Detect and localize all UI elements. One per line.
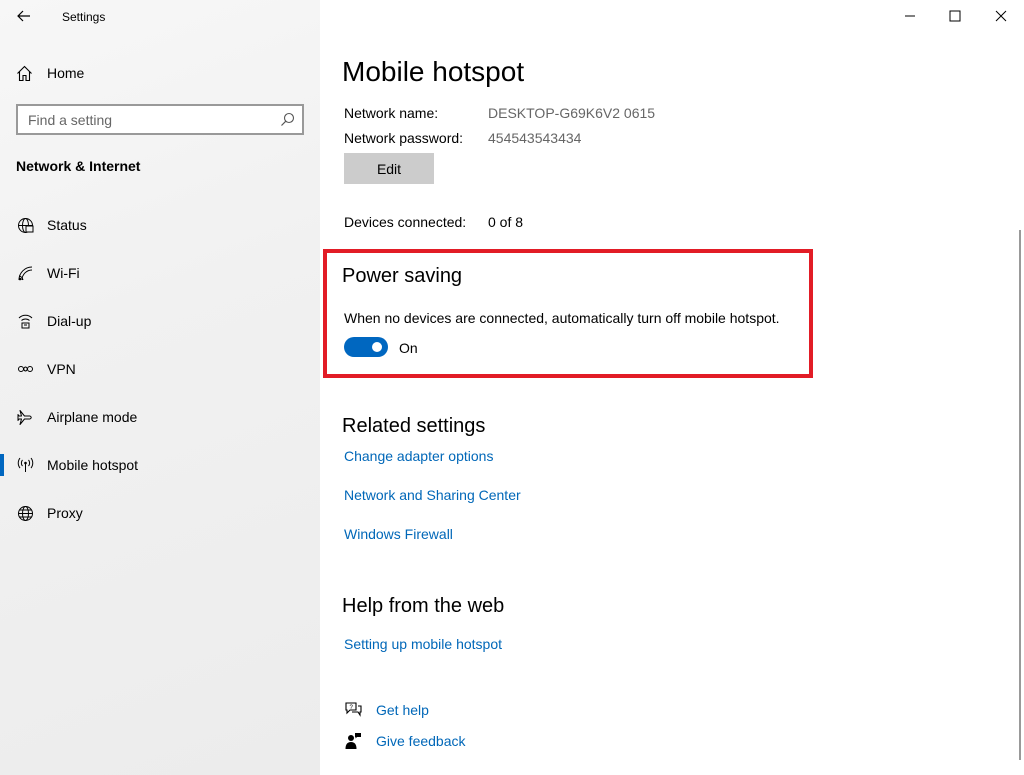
setting-up-hotspot-link[interactable]: Setting up mobile hotspot (344, 636, 502, 652)
sidebar: Settings Home Network & Internet Status … (0, 0, 320, 775)
main-content: Mobile hotspot Network name: DESKTOP-G69K… (320, 0, 1024, 775)
sidebar-item-dialup[interactable]: Dial-up (0, 297, 320, 345)
airplane-icon (16, 408, 34, 426)
devices-connected-value: 0 of 8 (488, 214, 524, 230)
scrollbar[interactable] (1019, 230, 1021, 760)
get-help-row[interactable]: ? Get help (344, 701, 429, 719)
sidebar-item-label: Status (47, 217, 87, 233)
sidebar-item-mobile-hotspot[interactable]: Mobile hotspot (0, 441, 320, 489)
get-help-link[interactable]: Get help (376, 702, 429, 718)
give-feedback-row[interactable]: Give feedback (344, 732, 466, 750)
nav-list: Status Wi-Fi Dial-up VPN Airplane mode M… (0, 201, 320, 537)
give-feedback-icon (345, 733, 361, 749)
sidebar-item-vpn[interactable]: VPN (0, 345, 320, 393)
toggle-knob (372, 342, 382, 352)
windows-firewall-link[interactable]: Windows Firewall (344, 526, 453, 542)
help-from-web-title: Help from the web (342, 595, 505, 617)
toggle-state-label: On (399, 340, 418, 356)
sidebar-item-label: Mobile hotspot (47, 457, 139, 473)
change-adapter-options-link[interactable]: Change adapter options (344, 448, 493, 464)
page-title: Mobile hotspot (342, 56, 525, 87)
dialup-icon (16, 312, 34, 330)
globe-status-icon (16, 216, 34, 234)
devices-connected-label: Devices connected: (344, 214, 467, 230)
sidebar-item-home[interactable]: Home (16, 62, 84, 84)
devices-connected-row: Devices connected: 0 of 8 (344, 214, 523, 230)
network-password-row: Network password: 454543543434 (344, 130, 581, 146)
sidebar-item-label: Home (47, 65, 85, 81)
network-sharing-center-link[interactable]: Network and Sharing Center (344, 487, 521, 503)
network-password-label: Network password: (344, 130, 464, 146)
vpn-icon (16, 360, 34, 378)
related-settings-title: Related settings (342, 415, 486, 437)
sidebar-item-label: Wi-Fi (47, 265, 80, 281)
sidebar-item-label: Dial-up (47, 313, 92, 329)
search-input[interactable] (18, 106, 268, 133)
sidebar-item-status[interactable]: Status (0, 201, 320, 249)
power-saving-title: Power saving (342, 265, 463, 287)
power-saving-toggle[interactable] (344, 337, 388, 357)
network-name-row: Network name: DESKTOP-G69K6V2 0615 (344, 105, 655, 121)
sidebar-item-proxy[interactable]: Proxy (0, 489, 320, 537)
app-title: Settings (62, 10, 106, 24)
sidebar-item-label: Airplane mode (47, 409, 138, 425)
get-help-icon: ? (345, 702, 362, 717)
network-name-label: Network name: (344, 105, 439, 121)
sidebar-item-airplane[interactable]: Airplane mode (0, 393, 320, 441)
search-icon[interactable] (280, 112, 295, 127)
section-title: Network & Internet (16, 158, 141, 174)
search-box[interactable] (16, 104, 304, 135)
hotspot-icon (16, 456, 34, 474)
power-saving-description: When no devices are connected, automatic… (344, 310, 780, 326)
sidebar-item-label: VPN (47, 361, 76, 377)
network-name-value: DESKTOP-G69K6V2 0615 (488, 105, 656, 121)
back-button[interactable] (8, 4, 40, 28)
globe-icon (16, 504, 34, 522)
sidebar-item-label: Proxy (47, 505, 83, 521)
home-icon (17, 65, 32, 81)
give-feedback-link[interactable]: Give feedback (376, 733, 466, 749)
wifi-icon (16, 264, 34, 282)
edit-button[interactable]: Edit (344, 153, 434, 184)
sidebar-item-wifi[interactable]: Wi-Fi (0, 249, 320, 297)
network-password-value: 454543543434 (488, 130, 582, 146)
back-arrow-icon (17, 10, 30, 22)
